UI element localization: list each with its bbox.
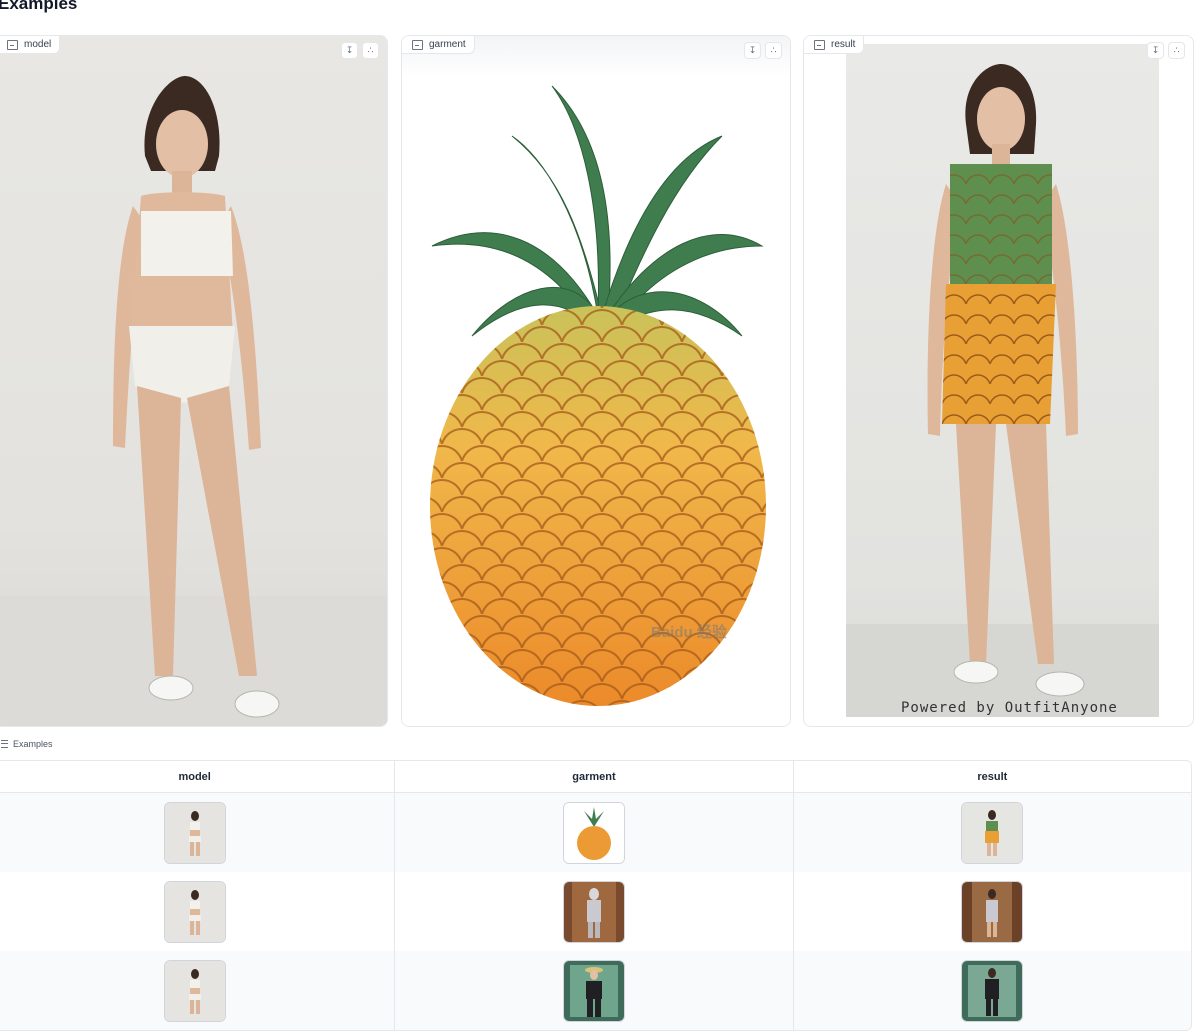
table-row[interactable] bbox=[0, 793, 1191, 872]
table-cell-result[interactable] bbox=[792, 872, 1191, 951]
garment-thumbnail[interactable] bbox=[562, 880, 625, 943]
result-thumbnail[interactable] bbox=[961, 880, 1024, 943]
model-label: model bbox=[0, 36, 61, 54]
result-thumbnail[interactable] bbox=[961, 801, 1024, 864]
download-icon[interactable]: ↧ bbox=[1147, 42, 1164, 59]
model-image-panel[interactable]: model ↧ ∴ bbox=[0, 35, 388, 727]
table-row[interactable] bbox=[0, 872, 1191, 951]
examples-label: Examples bbox=[1, 739, 53, 749]
column-header-result: result bbox=[792, 761, 1191, 793]
result-label-text: result bbox=[831, 39, 856, 50]
table-cell-model[interactable] bbox=[0, 793, 395, 872]
table-cell-garment[interactable] bbox=[394, 951, 793, 1030]
table-cell-garment[interactable] bbox=[394, 793, 793, 872]
table-cell-result[interactable] bbox=[792, 793, 1191, 872]
result-label: result bbox=[804, 36, 865, 54]
garment-watermark: Baidu 经验 bbox=[651, 624, 727, 641]
garment-photo bbox=[402, 36, 790, 726]
model-thumbnail[interactable] bbox=[163, 959, 226, 1022]
examples-label-text: Examples bbox=[13, 739, 53, 749]
download-icon[interactable]: ↧ bbox=[341, 42, 358, 59]
examples-table: model garment result bbox=[0, 760, 1192, 1031]
garment-thumbnail[interactable] bbox=[562, 801, 625, 864]
garment-thumbnail[interactable] bbox=[562, 959, 625, 1022]
model-thumbnail[interactable] bbox=[163, 880, 226, 943]
result-photo bbox=[846, 44, 1159, 717]
garment-label-text: garment bbox=[429, 39, 466, 50]
list-icon bbox=[1, 740, 8, 748]
column-header-garment: garment bbox=[394, 761, 793, 793]
table-cell-model[interactable] bbox=[0, 951, 395, 1030]
table-header-row: model garment result bbox=[0, 761, 1191, 793]
table-cell-result[interactable] bbox=[792, 951, 1191, 1030]
result-image-panel[interactable]: result ↧ ∴ Powered by OutfitAnyone bbox=[803, 35, 1194, 727]
image-icon bbox=[7, 39, 18, 50]
result-watermark: Powered by OutfitAnyone bbox=[901, 700, 1118, 716]
garment-actions: ↧ ∴ bbox=[744, 42, 782, 59]
image-icon bbox=[814, 39, 825, 50]
model-thumbnail[interactable] bbox=[163, 801, 226, 864]
garment-image-panel[interactable]: garment ↧ ∴ Baidu 经验 bbox=[401, 35, 791, 727]
column-header-model: model bbox=[0, 761, 395, 793]
image-icon bbox=[412, 39, 423, 50]
model-photo bbox=[0, 36, 387, 726]
share-icon[interactable]: ∴ bbox=[1168, 42, 1185, 59]
share-icon[interactable]: ∴ bbox=[765, 42, 782, 59]
section-title: Examples bbox=[0, 0, 78, 13]
table-cell-garment[interactable] bbox=[394, 872, 792, 951]
table-cell-model[interactable] bbox=[0, 872, 394, 951]
model-label-text: model bbox=[24, 39, 52, 50]
result-thumbnail[interactable] bbox=[961, 959, 1024, 1022]
examples-page: Examples model ↧ ∴ garment ↧ ∴ Baidu 经验 … bbox=[0, 0, 1200, 1036]
download-icon[interactable]: ↧ bbox=[744, 42, 761, 59]
model-actions: ↧ ∴ bbox=[341, 42, 379, 59]
share-icon[interactable]: ∴ bbox=[362, 42, 379, 59]
table-row[interactable] bbox=[0, 951, 1191, 1030]
garment-label: garment bbox=[402, 36, 475, 54]
result-actions: ↧ ∴ bbox=[1147, 42, 1185, 59]
